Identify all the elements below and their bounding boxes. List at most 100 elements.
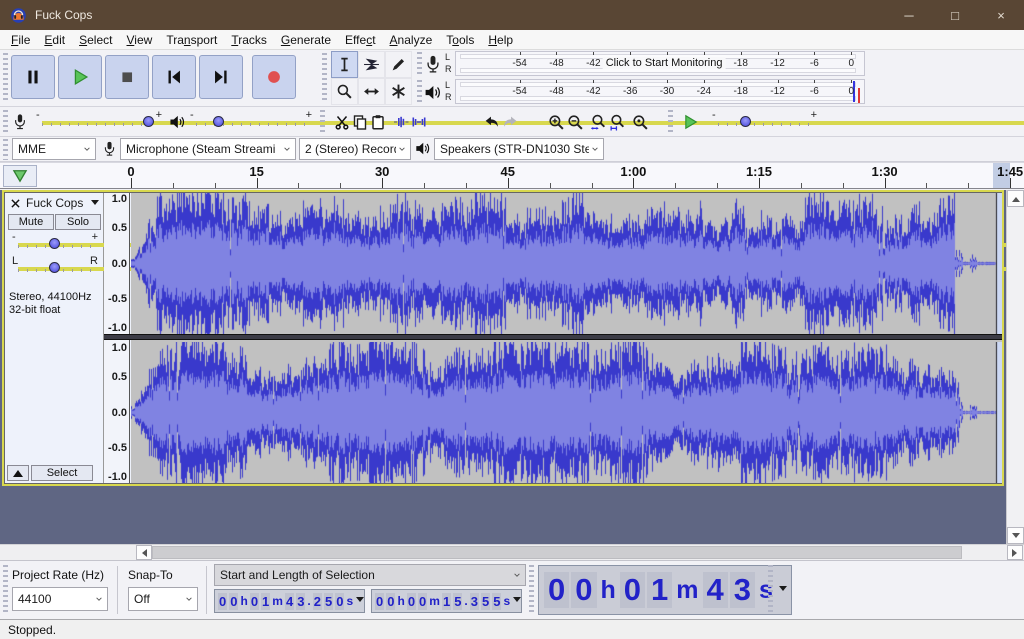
envelope-tool-button[interactable]: [358, 51, 385, 78]
recording-meter[interactable]: Click to Start Monitoring -54 -48 -42 -18 -1…: [455, 51, 865, 76]
time-digit[interactable]: 0: [544, 572, 570, 608]
time-digit[interactable]: 3: [296, 592, 306, 610]
menu-select[interactable]: Select: [72, 32, 119, 48]
time-digit[interactable]: 5: [481, 592, 491, 610]
time-digit[interactable]: 0: [218, 592, 228, 610]
time-toolbar-grip[interactable]: [529, 565, 534, 615]
time-unit[interactable]: s: [345, 594, 354, 608]
play-at-speed-grip[interactable]: [668, 110, 673, 134]
track-gain-slider[interactable]: - +: [12, 231, 1020, 253]
menu-transport[interactable]: Transport: [159, 32, 224, 48]
dropdown-icon[interactable]: [513, 596, 522, 606]
dropdown-icon[interactable]: [778, 585, 787, 595]
time-digit[interactable]: 0: [571, 572, 597, 608]
channel-separator[interactable]: [104, 334, 1002, 340]
timeline-pin-button[interactable]: [3, 165, 37, 187]
cut-button[interactable]: [333, 109, 351, 135]
collapse-track-button[interactable]: [7, 465, 29, 481]
scroll-down-button[interactable]: [1007, 527, 1024, 544]
track-select-button[interactable]: Select: [31, 465, 93, 481]
time-shift-tool-button[interactable]: [358, 78, 385, 105]
vertical-scrollbar[interactable]: [1006, 190, 1024, 544]
zoom-in-button[interactable]: [547, 109, 565, 135]
time-digit[interactable]: 0: [406, 592, 417, 610]
time-digit[interactable]: 4: [284, 592, 295, 610]
minimize-button[interactable]: ─: [886, 0, 932, 30]
multi-tool-button[interactable]: [385, 78, 412, 105]
menu-help[interactable]: Help: [481, 32, 520, 48]
track-gain-thumb[interactable]: [49, 238, 60, 249]
time-unit[interactable]: .: [306, 594, 311, 608]
recording-meter-overlay[interactable]: Click to Start Monitoring: [602, 57, 726, 69]
draw-tool-button[interactable]: [385, 51, 412, 78]
time-digit[interactable]: 0: [619, 572, 646, 608]
menu-edit[interactable]: Edit: [37, 32, 72, 48]
redo-button[interactable]: [501, 109, 519, 135]
mute-button[interactable]: Mute: [8, 214, 54, 230]
big-time-display[interactable]: 00h01m43s: [538, 565, 792, 615]
solo-button[interactable]: Solo: [55, 214, 101, 230]
horizontal-scrollbar[interactable]: [0, 544, 1024, 560]
track-pan-slider[interactable]: L R: [12, 255, 1020, 277]
time-unit[interactable]: s: [502, 594, 511, 608]
trim-audio-button[interactable]: [392, 109, 410, 135]
time-unit[interactable]: m: [271, 594, 284, 608]
time-digit[interactable]: 0: [375, 592, 385, 610]
zoom-out-button[interactable]: [566, 109, 584, 135]
skip-to-start-button[interactable]: [152, 55, 196, 99]
fit-selection-button[interactable]: [589, 109, 607, 135]
track-menu-icon[interactable]: [91, 200, 99, 209]
time-digit[interactable]: 5: [453, 592, 463, 610]
menu-file[interactable]: File: [4, 32, 37, 48]
time-digit[interactable]: 2: [312, 592, 322, 610]
playback-meter[interactable]: -54 -48 -42 -36 -30 -24 -18 -12 -6 0: [455, 79, 865, 104]
waveform-channel-right[interactable]: [131, 342, 1002, 483]
playback-volume-slider[interactable]: - +: [190, 109, 1024, 131]
play-at-speed-button[interactable]: [678, 109, 702, 135]
track-pan-thumb[interactable]: [49, 262, 60, 273]
time-digit[interactable]: 1: [647, 572, 673, 608]
close-button[interactable]: ×: [978, 0, 1024, 30]
paste-button[interactable]: [369, 109, 387, 135]
time-digit[interactable]: 4: [702, 572, 728, 608]
time-unit[interactable]: m: [428, 594, 441, 608]
play-speed-thumb[interactable]: [739, 116, 751, 127]
device-toolbar-grip[interactable]: [3, 139, 8, 160]
time-digit[interactable]: 0: [335, 592, 345, 610]
menu-generate[interactable]: Generate: [274, 32, 338, 48]
dropdown-icon[interactable]: [356, 596, 365, 606]
menu-tools[interactable]: Tools: [439, 32, 481, 48]
track-close-button[interactable]: [8, 196, 22, 210]
maximize-button[interactable]: □: [932, 0, 978, 30]
horizontal-scroll-thumb[interactable]: [152, 546, 962, 559]
transport-toolbar-grip[interactable]: [3, 53, 8, 103]
time-digit[interactable]: 1: [261, 592, 271, 610]
recording-channels-select[interactable]: 2 (Stereo) Record: [299, 138, 411, 160]
copy-button[interactable]: [351, 109, 369, 135]
scroll-right-button[interactable]: [1007, 545, 1023, 560]
track-title[interactable]: Fuck Cops: [26, 196, 83, 210]
selection-mode-select[interactable]: Start and Length of Selection: [214, 564, 526, 586]
silence-audio-button[interactable]: [410, 109, 428, 135]
menu-analyze[interactable]: Analyze: [383, 32, 440, 48]
audio-host-select[interactable]: MME: [12, 138, 96, 160]
playback-device-select[interactable]: Speakers (STR-DN1030 Stere: [434, 138, 604, 160]
play-button[interactable]: [58, 55, 102, 99]
undo-button[interactable]: [482, 109, 500, 135]
skip-to-end-button[interactable]: [199, 55, 243, 99]
time-unit[interactable]: h: [598, 576, 619, 605]
time-digit[interactable]: 0: [386, 592, 396, 610]
tools-toolbar-grip[interactable]: [322, 53, 327, 103]
time-digit[interactable]: 3: [729, 572, 756, 608]
time-unit[interactable]: h: [396, 594, 405, 608]
scroll-left-button[interactable]: [136, 545, 152, 560]
stop-button[interactable]: [105, 55, 149, 99]
recording-device-select[interactable]: Microphone (Steam Streami: [120, 138, 296, 160]
time-digit[interactable]: 0: [249, 592, 260, 610]
menu-tracks[interactable]: Tracks: [224, 32, 274, 48]
timeline-ruler[interactable]: 0 15 30 45 1:00 1:15 1:30 1:45: [40, 163, 1024, 188]
spare-grip[interactable]: [768, 565, 773, 615]
selection-toolbar-grip[interactable]: [3, 565, 8, 615]
edit-toolbar-grip[interactable]: [320, 110, 325, 134]
mixer-toolbar-grip[interactable]: [3, 110, 8, 134]
